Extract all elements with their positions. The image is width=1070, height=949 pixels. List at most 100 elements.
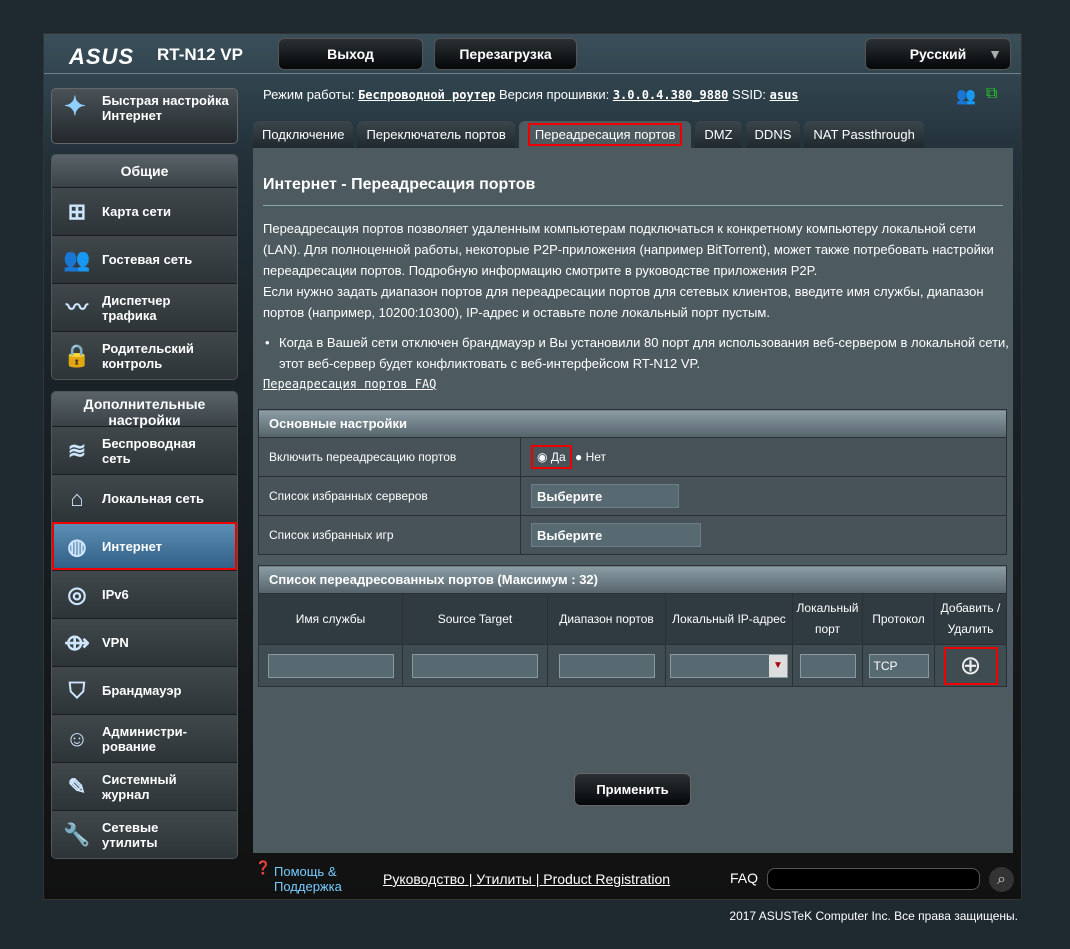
sidebar-item-syslog[interactable]: ✎ Системный журнал: [52, 762, 237, 810]
ssid-label: SSID:: [732, 87, 766, 102]
tab-port-switch[interactable]: Переключатель портов: [357, 121, 515, 148]
servers-label: Список избранных серверов: [258, 476, 521, 516]
faq-search-input[interactable]: [767, 868, 980, 890]
label: Системный журнал: [102, 771, 177, 802]
description: Переадресация портов позволяет удаленным…: [263, 218, 1008, 323]
tab-port-forwarding[interactable]: Переадресация портов: [518, 121, 692, 148]
local-ip-select[interactable]: ▼: [670, 653, 788, 678]
desc-1: Переадресация портов позволяет удаленным…: [263, 221, 994, 278]
desc-2: Если нужно задать диапазон портов для пе…: [263, 284, 984, 320]
sidebar-item-network-map[interactable]: ⊞ Карта сети: [52, 187, 237, 235]
label: IPv6: [102, 587, 129, 602]
registration-link[interactable]: Product Registration: [543, 871, 670, 887]
logout-button[interactable]: Выход: [278, 38, 423, 70]
col-header: Добавить / Удалить: [934, 593, 1007, 645]
language-select[interactable]: Русский ▼: [865, 38, 1011, 70]
admin-icon: ☺: [65, 726, 89, 751]
enable-label: Включить переадресацию портов: [258, 437, 521, 477]
label: Карта сети: [102, 204, 171, 219]
clients-icon[interactable]: 👥: [956, 86, 976, 106]
col-header: Локальный порт: [792, 593, 863, 645]
sidebar-item-wireless[interactable]: ≋ Беспроводная сеть: [52, 426, 237, 474]
port-range-input[interactable]: [558, 653, 655, 678]
globe-icon: ◍: [67, 534, 87, 559]
router-frame: ASUS RT-N12 VP Выход Перезагрузка Русски…: [43, 33, 1022, 900]
sidebar-item-firewall[interactable]: ⛉ Брандмауэр: [52, 666, 237, 714]
label: VPN: [102, 635, 129, 650]
label: Интернет: [102, 539, 163, 554]
tab-dmz[interactable]: DMZ: [695, 121, 742, 148]
sidebar-advanced: Дополнительные настройки ≋ Беспроводная с…: [51, 391, 238, 859]
sidebar-item-tools[interactable]: 🔧 Сетевые утилиты: [52, 810, 237, 858]
chevron-down-icon: ▼: [988, 46, 1002, 62]
home-icon: ⌂: [70, 486, 84, 511]
games-select[interactable]: Выберите: [531, 523, 701, 547]
header: ASUS RT-N12 VP Выход Перезагрузка Русски…: [44, 34, 1021, 74]
mode-link[interactable]: Беспроводной роутер: [358, 88, 495, 102]
tab-ddns[interactable]: DDNS: [745, 121, 801, 148]
port-list-table: Список переадресованных портов (Максимум…: [258, 565, 1007, 687]
label: Локальная сеть: [102, 491, 204, 506]
sidebar-item-vpn[interactable]: ⟴ VPN: [52, 618, 237, 666]
faq-label: FAQ: [730, 870, 759, 886]
quick-setup-button[interactable]: ✦ Быстрая настройка Интернет: [51, 88, 238, 144]
general-title: Общие: [52, 155, 237, 187]
apply-button[interactable]: Применить: [574, 773, 691, 806]
ipv6-icon: ◎: [67, 582, 87, 607]
tab-connection[interactable]: Подключение: [253, 121, 354, 148]
tab-bar: Подключение Переключатель портов Переадр…: [253, 121, 924, 148]
sidebar-item-guest[interactable]: 👥 Гостевая сеть: [52, 235, 237, 283]
log-icon: ✎: [67, 774, 87, 799]
magic-wand-icon: ✦: [64, 91, 86, 121]
network-status-icon[interactable]: ⧉: [986, 85, 997, 103]
sidebar-item-traffic[interactable]: 〰 Диспетчер трафика: [52, 283, 237, 331]
sidebar-item-admin[interactable]: ☺ Администри-рование: [52, 714, 237, 762]
source-target-input[interactable]: [412, 653, 538, 678]
traffic-icon: 〰: [65, 295, 88, 320]
label: Родительский контроль: [102, 340, 194, 371]
manual-link[interactable]: Руководство: [383, 871, 465, 887]
no-label: Нет: [585, 450, 606, 464]
wifi-icon: ≋: [67, 438, 87, 463]
add-rule-button[interactable]: ⊕: [943, 646, 998, 685]
tools-icon: 🔧: [63, 822, 91, 847]
sidebar-item-parental[interactable]: 🔒 Родительский контроль: [52, 331, 237, 379]
model-name: RT-N12 VP: [157, 45, 243, 64]
section-title: Основные настройки: [258, 409, 1007, 438]
games-label: Список избранных игр: [258, 515, 521, 555]
label: Брандмауэр: [102, 683, 182, 698]
guest-network-icon: 👥: [63, 247, 91, 272]
tab-nat[interactable]: NAT Passthrough: [804, 121, 924, 148]
fw-link[interactable]: 3.0.0.4.380_9880: [613, 88, 729, 102]
content-panel: Интернет - Переадресация портов Переадре…: [253, 148, 1013, 853]
yes-radio[interactable]: ◉ Да: [531, 445, 572, 469]
section-title: Список переадресованных портов (Максимум…: [258, 565, 1007, 594]
divider: [263, 205, 1003, 206]
help-link[interactable]: Помощь & Поддержка: [274, 864, 354, 894]
fw-label: Версия прошивки:: [498, 87, 610, 102]
network-map-icon: ⊞: [67, 199, 87, 224]
tab-label: Переадресация портов: [527, 123, 683, 146]
note: Когда в Вашей сети отключен брандмауэр и…: [263, 332, 1011, 374]
utils-link[interactable]: Утилиты: [476, 871, 532, 887]
protocol-select[interactable]: TCP: [868, 653, 929, 678]
reboot-button[interactable]: Перезагрузка: [434, 38, 577, 70]
col-header: Диапазон портов: [547, 593, 666, 645]
local-port-input[interactable]: [799, 653, 856, 678]
yes-label: Да: [550, 450, 566, 464]
label: Беспроводная сеть: [102, 435, 196, 466]
sidebar-item-ipv6[interactable]: ◎ IPv6: [52, 570, 237, 618]
sidebar-item-lan[interactable]: ⌂ Локальная сеть: [52, 474, 237, 522]
status-bar: Режим работы: Беспроводной роутер Версия…: [263, 87, 799, 102]
sidebar-general: Общие ⊞ Карта сети 👥 Гостевая сеть 〰 Диспет…: [51, 154, 238, 380]
vpn-icon: ⟴: [64, 630, 90, 655]
service-name-input[interactable]: [267, 653, 394, 678]
servers-select[interactable]: Выберите: [531, 484, 679, 508]
ssid-link[interactable]: asus: [770, 88, 799, 102]
label: Сетевые утилиты: [102, 819, 159, 850]
search-icon[interactable]: ⌕: [989, 867, 1014, 892]
no-radio[interactable]: ● Нет: [575, 450, 606, 464]
faq-link[interactable]: Переадресация портов FAQ: [263, 377, 436, 391]
col-header: Source Target: [402, 593, 548, 645]
sidebar-item-internet[interactable]: ◍ Интернет: [52, 522, 237, 570]
